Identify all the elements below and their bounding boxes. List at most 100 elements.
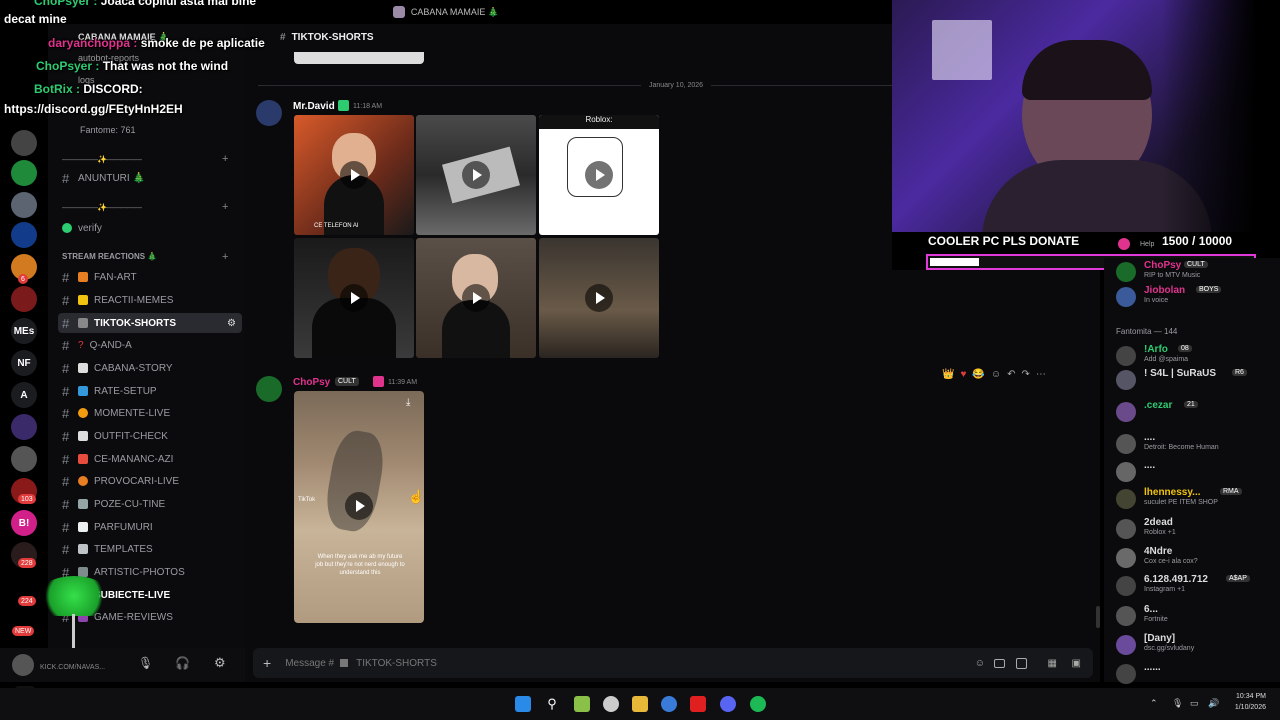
play-icon[interactable] [585,284,613,312]
spotify-icon[interactable] [750,696,766,712]
channel-parfumuri[interactable]: # PARFUMURI [58,517,242,537]
user-settings-icon[interactable]: ⚙ [214,655,226,671]
add-channel-icon[interactable]: + [222,201,228,213]
settings-icon[interactable]: ⚙ [227,318,236,329]
channel-momente-live[interactable]: # MOMENTE-LIVE [58,403,242,423]
channel-anunturi[interactable]: # ANUNTURI 🎄 [58,168,242,188]
tray-chevron-icon[interactable]: ⌃ [1150,698,1158,709]
play-icon[interactable] [345,492,373,520]
member-item[interactable]: 2dead Roblox +1 [1116,517,1276,539]
play-icon[interactable] [585,161,613,189]
network-icon[interactable]: ▭ [1190,698,1199,709]
add-attachment-icon[interactable]: + [263,655,271,671]
youtube-icon[interactable] [690,696,706,712]
server-icon-mes[interactable]: MEs [11,318,37,344]
clock-time[interactable]: 10:34 PM [1226,693,1266,700]
user-avatar[interactable] [12,654,34,676]
channel-fan-art[interactable]: # FAN-ART [58,267,242,287]
play-icon[interactable] [462,284,490,312]
category-stream-reactions[interactable]: STREAM REACTIONS 🎄 [62,252,157,261]
channel-rate-setup[interactable]: # RATE-SETUP [58,381,242,401]
volume-icon[interactable]: 🔊 [1208,698,1219,709]
more-icon[interactable]: ⋯ [1036,369,1046,380]
member-item[interactable]: ChoPsy CULT RIP to MTV Music [1116,260,1276,282]
gift-icon[interactable]: ▣ [1072,658,1081,669]
server-icon-b[interactable]: B! [11,510,37,536]
author-name[interactable]: ChoPsy [293,377,330,388]
server-icon-4[interactable] [11,222,37,248]
server-icon-nf[interactable]: NF [11,350,37,376]
video-thumbnail[interactable]: CE TELEFON AI [294,115,414,235]
mic-tray-icon[interactable]: 🎙 [1172,698,1183,709]
member-item[interactable]: ...... [1116,662,1276,684]
play-icon[interactable] [340,284,368,312]
reaction-icon[interactable]: 👑 [942,369,954,380]
emoji-picker-icon[interactable]: ☺ [991,369,1001,380]
channel-verify[interactable]: verify [58,218,242,238]
member-item[interactable]: .... [1116,460,1276,482]
server-icon-1[interactable] [11,130,37,156]
server-icon-3[interactable] [11,192,37,218]
add-channel-icon[interactable]: + [222,251,228,263]
reply-icon[interactable]: ↶ [1007,369,1015,380]
channel-ce-mananc-azi[interactable]: # CE-MANANC-AZI [58,449,242,469]
author-name[interactable]: Mr.David [293,101,335,112]
app-icon[interactable] [574,696,590,712]
play-icon[interactable] [340,161,368,189]
server-icon-a[interactable]: A [11,382,37,408]
avatar[interactable] [256,100,282,126]
channel-q-and-a[interactable]: #? Q-AND-A [58,335,242,355]
video-thumbnail[interactable] [294,238,414,358]
server-icon-6[interactable] [11,286,37,312]
server-icon-2[interactable] [11,160,37,186]
message-input[interactable]: + Message # TIKTOK-SHORTS ☺ ▦ ▣ [253,648,1093,678]
app-icon[interactable] [603,696,619,712]
headphones-icon[interactable]: 🎧 [175,656,190,670]
channel-poze-cu-tine[interactable]: # POZE-CU-TINE [58,494,242,514]
mic-icon[interactable]: 🎙 [138,656,153,670]
member-item[interactable]: 6.128.491.712 A$AP Instagram +1 [1116,574,1276,596]
video-thumbnail[interactable] [416,238,536,358]
add-channel-icon[interactable]: + [222,153,228,165]
channel-outfit-check[interactable]: # OUTFIT-CHECK [58,426,242,446]
heart-icon[interactable]: ♥ [960,369,966,380]
member-item[interactable]: .cezar 21 [1116,400,1276,422]
sticker-icon[interactable] [1016,657,1027,669]
member-item[interactable]: Jiobolan BOYS In voice [1116,285,1276,307]
avatar[interactable] [256,376,282,402]
play-icon[interactable] [462,161,490,189]
member-item[interactable]: 4Ndre Cox ce-i ala cox? [1116,546,1276,568]
previous-image[interactable] [294,52,424,64]
voice-fantome[interactable]: Fantome: 761 [80,125,136,135]
video-attachment[interactable]: ⤓ TikTok When they ask me ab my future j… [294,391,424,623]
apps-icon[interactable]: ▦ [1048,658,1057,669]
member-item[interactable]: 6... Fortnite [1116,604,1276,626]
scrollbar[interactable] [1096,606,1100,628]
gif-icon[interactable] [994,658,1005,668]
channel-templates[interactable]: # TEMPLATES [58,539,242,559]
member-item[interactable]: lhennessy... RMA suculet PE ITEM SHOP [1116,487,1276,509]
member-item[interactable]: [Dany] dsc.gg/svludany [1116,633,1276,655]
forward-icon[interactable]: ↷ [1021,369,1029,380]
member-item[interactable]: !Arfo 08 Add @spaima [1116,344,1276,366]
member-item[interactable]: ! S4L | SuRaUS R6 [1116,368,1276,390]
server-icon-7[interactable] [11,414,37,440]
video-thumbnail[interactable]: Roblox: [539,115,659,235]
server-icon-8[interactable] [11,446,37,472]
file-explorer-icon[interactable] [632,696,648,712]
windows-start-icon[interactable] [515,696,531,712]
search-icon[interactable]: ⚲ [544,696,560,712]
browser-icon[interactable] [661,696,677,712]
emoji-icon[interactable]: ☺ [975,658,985,669]
channel-reactii-memes[interactable]: # REACTII-MEMES [58,290,242,310]
channel-tiktok-shorts[interactable]: # TIKTOK-SHORTS ⚙ [58,313,242,333]
channel-cabana-story[interactable]: # CABANA-STORY [58,358,242,378]
download-icon[interactable]: ⤓ [406,397,410,408]
discord-icon[interactable] [720,696,736,712]
clock-date[interactable]: 1/10/2026 [1226,704,1266,711]
reaction-icon[interactable]: 😂 [972,369,984,380]
member-item[interactable]: .... Detroit: Become Human [1116,432,1276,454]
channel-provocari-live[interactable]: # PROVOCARI-LIVE [58,471,242,491]
video-thumbnail[interactable] [416,115,536,235]
video-thumbnail[interactable] [539,238,659,358]
